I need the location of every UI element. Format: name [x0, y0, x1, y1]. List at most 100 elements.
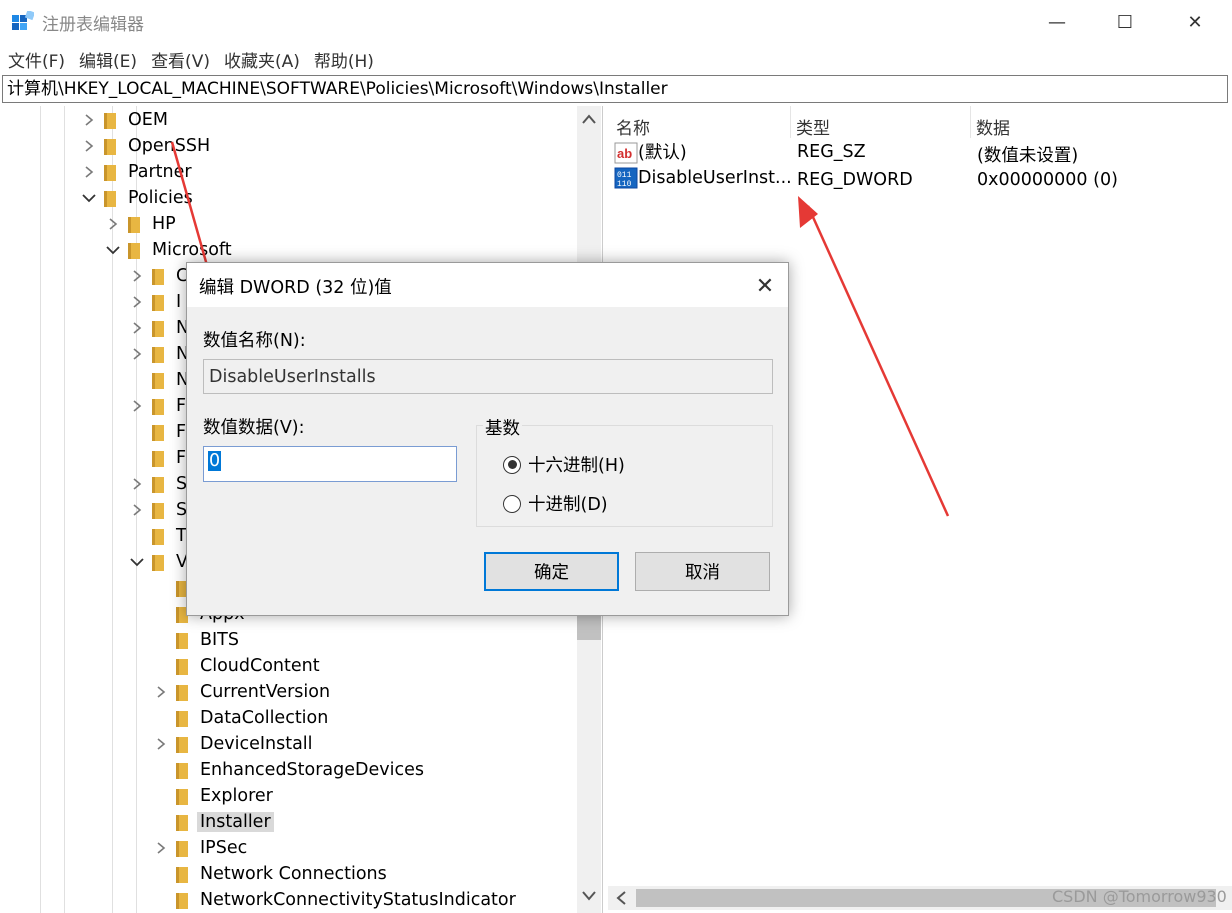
tree-item[interactable]: V: [130, 549, 188, 575]
tree-item-label: Microsoft: [152, 240, 232, 260]
folder-icon: [152, 503, 164, 519]
tree-item[interactable]: F: [130, 419, 186, 445]
folder-icon: [104, 165, 116, 181]
chevron-right-icon[interactable]: [154, 685, 168, 699]
tree-item[interactable]: N: [130, 367, 189, 393]
tree-item[interactable]: DeviceInstall: [154, 731, 313, 757]
tree-item[interactable]: DataCollection: [154, 705, 328, 731]
radio-decimal-circle[interactable]: [503, 494, 521, 513]
tree-item[interactable]: HP: [106, 211, 176, 237]
tree-item[interactable]: F: [130, 445, 186, 471]
folder-icon: [176, 659, 188, 675]
chevron-right-icon[interactable]: [106, 217, 120, 231]
ok-button[interactable]: 确定: [484, 552, 619, 591]
folder-icon: [176, 867, 188, 883]
tree-item[interactable]: Partner: [82, 159, 192, 185]
radio-decimal-label: 十进制(D): [528, 495, 608, 515]
folder-icon: [176, 685, 188, 701]
tree-item[interactable]: BITS: [154, 627, 239, 653]
list-item[interactable]: 011 110 DisableUserInst...: [614, 167, 792, 189]
chevron-right-icon[interactable]: [82, 139, 96, 153]
watermark: CSDN @Tomorrow930: [1052, 887, 1227, 906]
folder-icon: [176, 633, 188, 649]
menu-help[interactable]: 帮助(H): [308, 47, 380, 72]
scroll-down-icon[interactable]: [582, 891, 596, 901]
chevron-right-icon[interactable]: [130, 477, 144, 491]
chevron-right-icon[interactable]: [130, 269, 144, 283]
scroll-left-icon[interactable]: [616, 891, 626, 905]
chevron-right-icon[interactable]: [130, 295, 144, 309]
column-data[interactable]: 数据: [976, 114, 1010, 139]
tree-item-label: EnhancedStorageDevices: [200, 760, 424, 780]
maximize-icon: ☐: [1116, 11, 1134, 33]
folder-icon: [176, 763, 188, 779]
folder-icon: [152, 269, 164, 285]
tree-item[interactable]: S: [130, 497, 187, 523]
value-name-field[interactable]: [203, 359, 773, 394]
address-bar[interactable]: 计算机\HKEY_LOCAL_MACHINE\SOFTWARE\Policies…: [2, 75, 1228, 103]
tree-item[interactable]: C: [130, 263, 188, 289]
cancel-button[interactable]: 取消: [635, 552, 770, 591]
tree-item[interactable]: S: [130, 471, 187, 497]
menu-favorites[interactable]: 收藏夹(A): [218, 47, 306, 72]
chevron-right-icon[interactable]: [130, 321, 144, 335]
list-item[interactable]: ab (默认): [614, 139, 687, 164]
column-separator[interactable]: [970, 106, 971, 138]
radio-hexadecimal-circle[interactable]: [503, 455, 521, 474]
close-button[interactable]: ✕: [1160, 0, 1230, 44]
tree-item[interactable]: N: [130, 341, 189, 367]
tree-item[interactable]: Microsoft: [106, 237, 232, 263]
chevron-right-icon[interactable]: [154, 841, 168, 855]
tree-item[interactable]: EnhancedStorageDevices: [154, 757, 424, 783]
tree-item[interactable]: CurrentVersion: [154, 679, 330, 705]
tree-item[interactable]: Policies: [82, 185, 193, 211]
tree-item[interactable]: OpenSSH: [82, 133, 210, 159]
folder-icon: [176, 893, 188, 909]
edit-dword-dialog: 编辑 DWORD (32 位)值 ✕ 数值名称(N): 数值数据(V): 0 基…: [186, 262, 789, 616]
tree-item[interactable]: N: [130, 315, 189, 341]
chevron-right-icon[interactable]: [82, 113, 96, 127]
chevron-right-icon[interactable]: [130, 399, 144, 413]
tree-item[interactable]: CloudContent: [154, 653, 320, 679]
maximize-button[interactable]: ☐: [1090, 0, 1160, 44]
svg-text:ab: ab: [617, 146, 632, 161]
tree-item[interactable]: F: [130, 393, 186, 419]
tree-item-label: Partner: [128, 162, 192, 182]
tree-item-label: NetworkConnectivityStatusIndicator: [200, 890, 516, 910]
value-data-input[interactable]: 0: [203, 446, 457, 482]
menu-edit[interactable]: 编辑(E): [73, 47, 143, 72]
tree-item[interactable]: Explorer: [154, 783, 273, 809]
folder-icon: [176, 815, 188, 831]
tree-item[interactable]: Network Connections: [154, 861, 387, 887]
tree-item[interactable]: T: [130, 523, 187, 549]
tree-item-label: OpenSSH: [128, 136, 211, 156]
expander-placeholder: [130, 529, 144, 543]
tree-item[interactable]: OEM: [82, 107, 168, 133]
chevron-down-icon[interactable]: [106, 243, 120, 257]
column-type[interactable]: 类型: [796, 114, 830, 139]
scroll-up-icon[interactable]: [582, 114, 596, 124]
menu-file[interactable]: 文件(F): [2, 47, 71, 72]
radio-decimal[interactable]: 十进制(D): [503, 491, 608, 516]
chevron-down-icon[interactable]: [82, 191, 96, 205]
tree-item[interactable]: Installer: [154, 809, 274, 835]
chevron-right-icon[interactable]: [130, 347, 144, 361]
expander-placeholder: [154, 711, 168, 725]
tree-item-label: HP: [152, 214, 176, 234]
folder-icon: [152, 555, 164, 571]
expander-placeholder: [154, 659, 168, 673]
tree-item[interactable]: NetworkConnectivityStatusIndicator: [154, 887, 516, 913]
minimize-button[interactable]: —: [1022, 0, 1092, 44]
chevron-down-icon[interactable]: [130, 555, 144, 569]
chevron-right-icon[interactable]: [130, 503, 144, 517]
radio-hexadecimal[interactable]: 十六进制(H): [503, 452, 625, 477]
chevron-right-icon[interactable]: [82, 165, 96, 179]
tree-item[interactable]: IPSec: [154, 835, 247, 861]
chevron-right-icon[interactable]: [154, 737, 168, 751]
column-separator[interactable]: [790, 106, 791, 138]
column-name[interactable]: 名称: [616, 114, 650, 139]
dialog-close-button[interactable]: ✕: [745, 271, 785, 301]
folder-icon: [176, 841, 188, 857]
menu-view[interactable]: 查看(V): [145, 47, 216, 72]
tree-item[interactable]: I: [130, 289, 181, 315]
